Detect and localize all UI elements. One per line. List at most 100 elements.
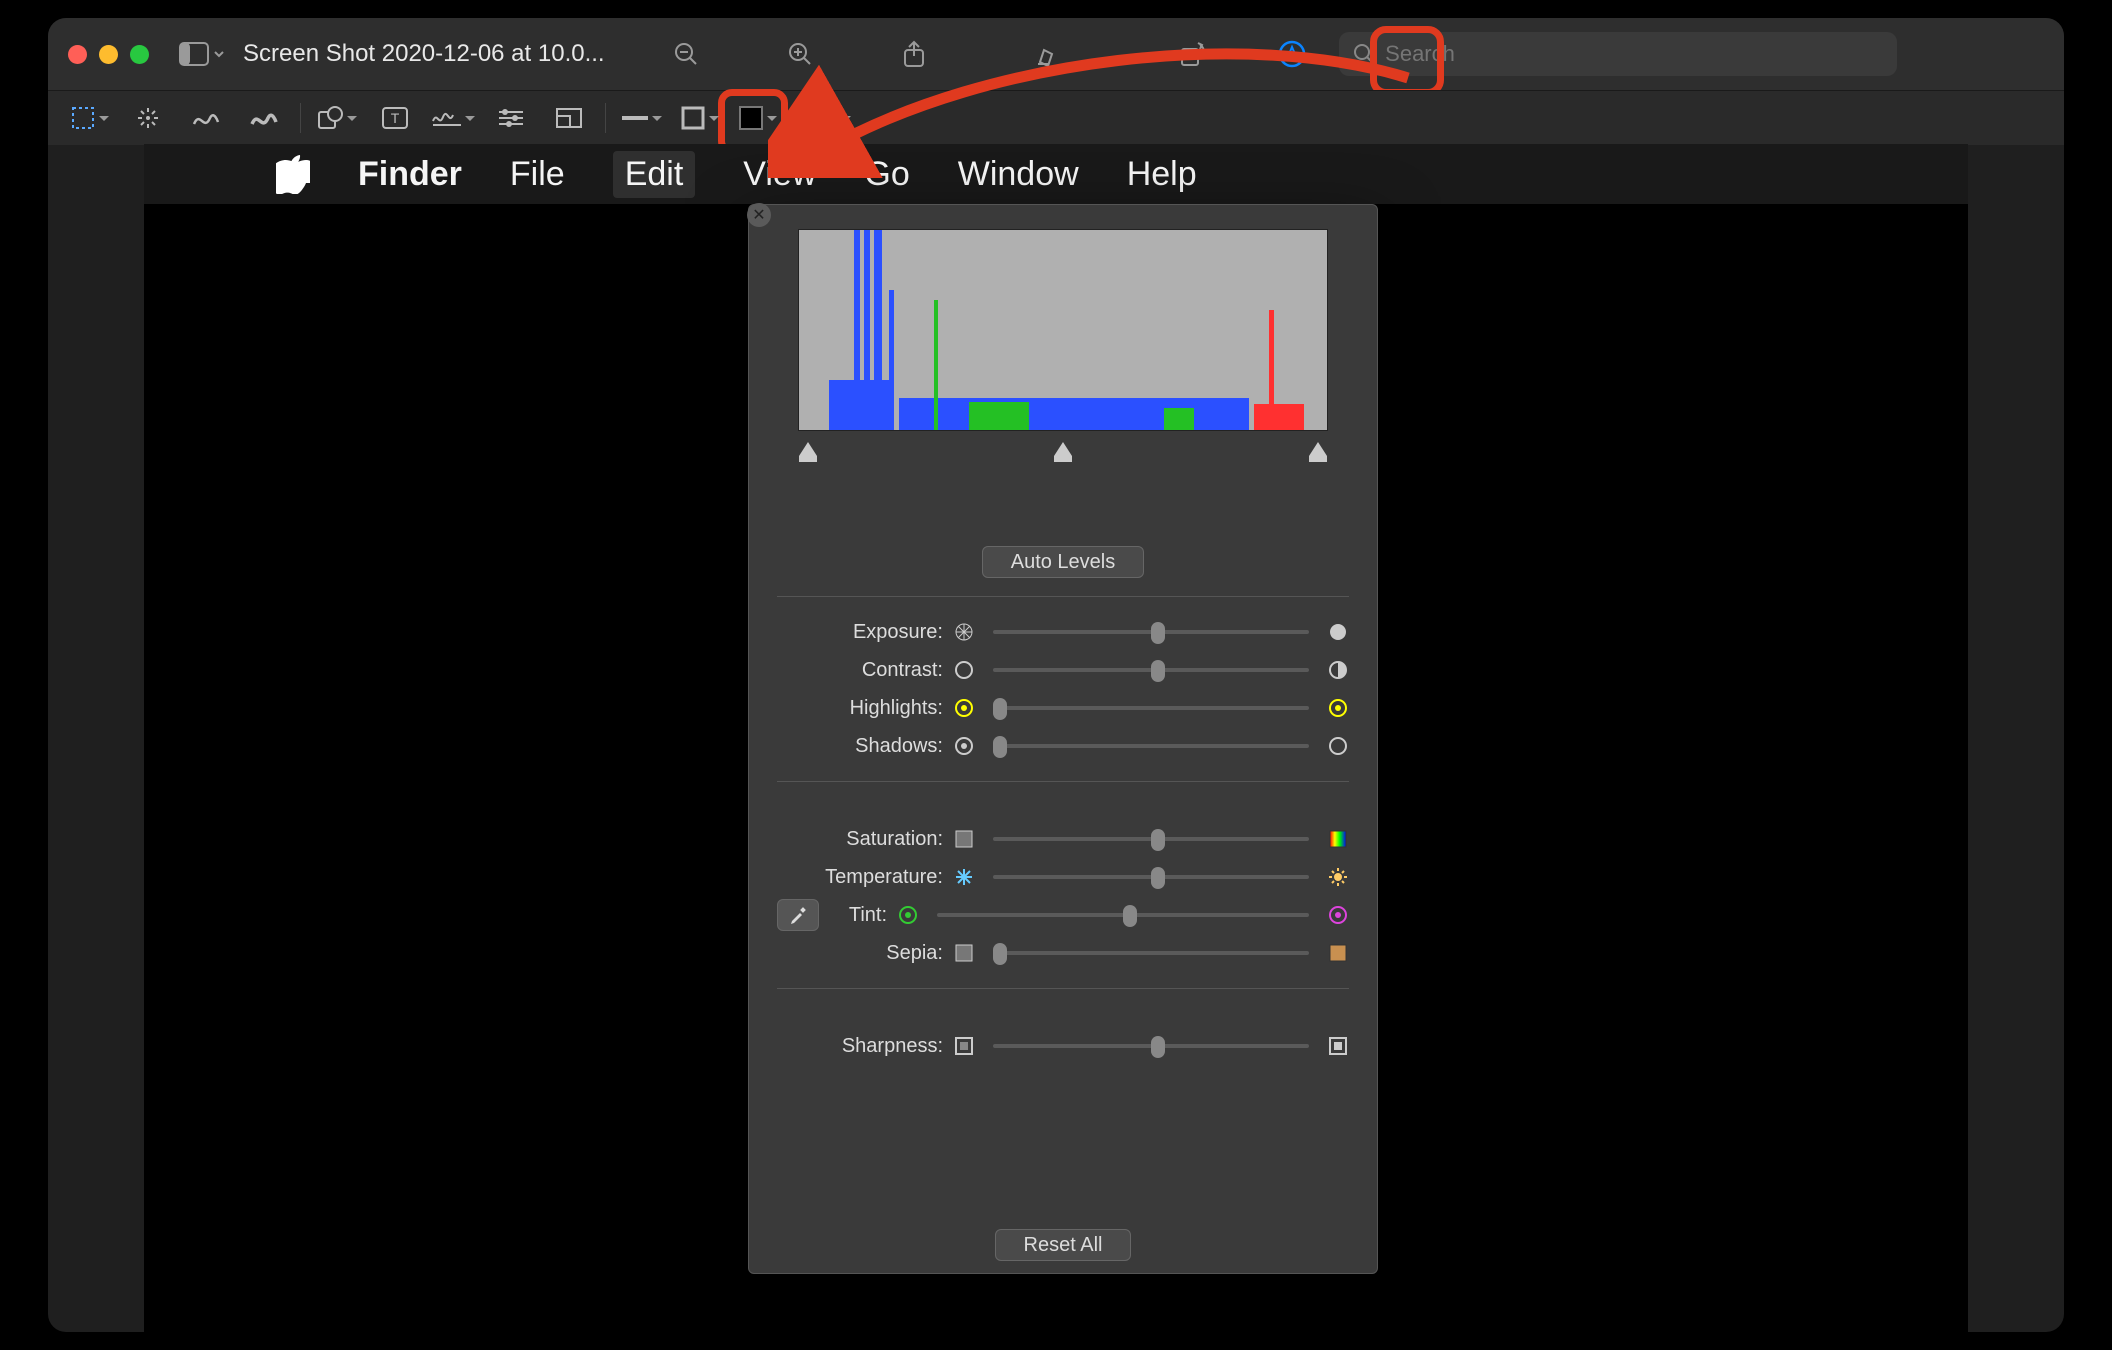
highlights-high-icon	[1327, 697, 1349, 719]
screenshot-menubar: Finder File Edit View Go Window Help	[144, 144, 1968, 204]
shape-style-button[interactable]	[620, 99, 664, 137]
draw-button[interactable]	[242, 99, 286, 137]
contrast-high-icon	[1327, 659, 1349, 681]
menu-file: File	[510, 155, 565, 194]
shadows-high-icon	[1327, 735, 1349, 757]
temperature-slider-row: Temperature:	[777, 858, 1349, 896]
temperature-cold-icon	[953, 866, 975, 888]
adjust-color-panel: ✕	[748, 204, 1378, 1274]
temperature-warm-icon	[1327, 866, 1349, 888]
tint-green-icon	[897, 904, 919, 926]
shadows-slider[interactable]	[993, 744, 1309, 748]
saturation-slider-row: Saturation:	[777, 820, 1349, 858]
close-panel-button[interactable]: ✕	[747, 203, 771, 227]
aperture-closed-icon	[1327, 621, 1349, 643]
minimize-window-button[interactable]	[99, 45, 118, 64]
contrast-label: Contrast:	[777, 659, 943, 682]
exposure-label: Exposure:	[777, 621, 943, 644]
menu-edit: Edit	[613, 151, 696, 198]
sharpness-slider-row: Sharpness:	[777, 1027, 1349, 1065]
saturation-high-icon	[1327, 828, 1349, 850]
fill-color-button[interactable]	[736, 99, 780, 137]
highlights-slider-row: Highlights:	[777, 689, 1349, 727]
sharpness-slider[interactable]	[993, 1044, 1309, 1048]
shadows-slider-row: Shadows:	[777, 727, 1349, 765]
saturation-low-icon	[953, 828, 975, 850]
fill-color-swatch	[739, 106, 763, 130]
shapes-button[interactable]	[315, 99, 359, 137]
levels-mid-handle[interactable]	[1054, 433, 1072, 456]
sepia-label: Sepia:	[777, 942, 943, 965]
exposure-slider-row: Exposure:	[777, 613, 1349, 651]
svg-text:T: T	[391, 110, 400, 126]
zoom-in-button[interactable]	[785, 39, 815, 69]
saturation-label: Saturation:	[777, 828, 943, 851]
sepia-high-icon	[1327, 942, 1349, 964]
adjust-color-button[interactable]	[489, 99, 533, 137]
chevron-down-icon	[213, 48, 225, 60]
divider	[300, 103, 301, 133]
eyedropper-button[interactable]	[777, 899, 819, 931]
tint-magenta-icon	[1327, 904, 1349, 926]
sepia-slider-row: Sepia:	[777, 934, 1349, 972]
markup-toolbar: T Aa	[48, 90, 2064, 145]
window-controls	[68, 45, 149, 64]
sketch-button[interactable]	[184, 99, 228, 137]
share-button[interactable]	[899, 39, 929, 69]
divider	[794, 103, 795, 133]
markup-toggle-button[interactable]	[1277, 39, 1307, 69]
tint-slider[interactable]	[937, 913, 1309, 917]
histogram	[798, 229, 1328, 431]
rotate-button[interactable]	[1179, 39, 1209, 69]
document-title: Screen Shot 2020-12-06 at 10.0...	[243, 40, 605, 68]
sidebar-toggle-button[interactable]	[179, 42, 225, 66]
annotation-highlight-markup	[1370, 26, 1444, 96]
highlights-slider[interactable]	[993, 706, 1309, 710]
menu-window: Window	[958, 155, 1079, 194]
highlights-low-icon	[953, 697, 975, 719]
sharpness-low-icon	[953, 1035, 975, 1057]
menu-go: Go	[864, 155, 909, 194]
tint-label: Tint:	[825, 904, 887, 927]
selection-tool-button[interactable]	[68, 99, 112, 137]
contrast-low-icon	[953, 659, 975, 681]
titlebar: Screen Shot 2020-12-06 at 10.0...	[48, 18, 2064, 90]
levels-black-handle[interactable]	[799, 433, 817, 456]
text-style-label: Aa	[813, 107, 837, 130]
close-window-button[interactable]	[68, 45, 87, 64]
divider	[605, 103, 606, 133]
shadows-label: Shadows:	[777, 735, 943, 758]
tint-slider-row: Tint:	[777, 896, 1349, 934]
search-input[interactable]	[1383, 40, 1882, 68]
temperature-label: Temperature:	[777, 866, 943, 889]
sign-button[interactable]	[431, 99, 475, 137]
auto-levels-button[interactable]: Auto Levels	[982, 546, 1145, 578]
zoom-window-button[interactable]	[130, 45, 149, 64]
text-button[interactable]: T	[373, 99, 417, 137]
instant-alpha-button[interactable]	[126, 99, 170, 137]
preview-window: Screen Shot 2020-12-06 at 10.0...	[48, 18, 2064, 1332]
menubar-app-name: Finder	[358, 155, 462, 194]
saturation-slider[interactable]	[993, 837, 1309, 841]
temperature-slider[interactable]	[993, 875, 1309, 879]
levels-handles[interactable]	[799, 433, 1327, 456]
sharpness-high-icon	[1327, 1035, 1349, 1057]
text-style-button[interactable]: Aa	[809, 99, 855, 137]
adjust-size-button[interactable]	[547, 99, 591, 137]
sepia-low-icon	[953, 942, 975, 964]
shadows-low-icon	[953, 735, 975, 757]
zoom-out-button[interactable]	[671, 39, 701, 69]
highlights-label: Highlights:	[777, 697, 943, 720]
reset-all-button[interactable]: Reset All	[995, 1229, 1132, 1261]
contrast-slider[interactable]	[993, 668, 1309, 672]
sharpness-label: Sharpness:	[777, 1035, 943, 1058]
highlight-button[interactable]	[1035, 39, 1065, 69]
aperture-open-icon	[953, 621, 975, 643]
border-color-button[interactable]	[678, 99, 722, 137]
sepia-slider[interactable]	[993, 951, 1309, 955]
apple-logo-icon	[276, 154, 310, 194]
levels-white-handle[interactable]	[1309, 433, 1327, 456]
contrast-slider-row: Contrast:	[777, 651, 1349, 689]
exposure-slider[interactable]	[993, 630, 1309, 634]
menu-help: Help	[1127, 155, 1197, 194]
